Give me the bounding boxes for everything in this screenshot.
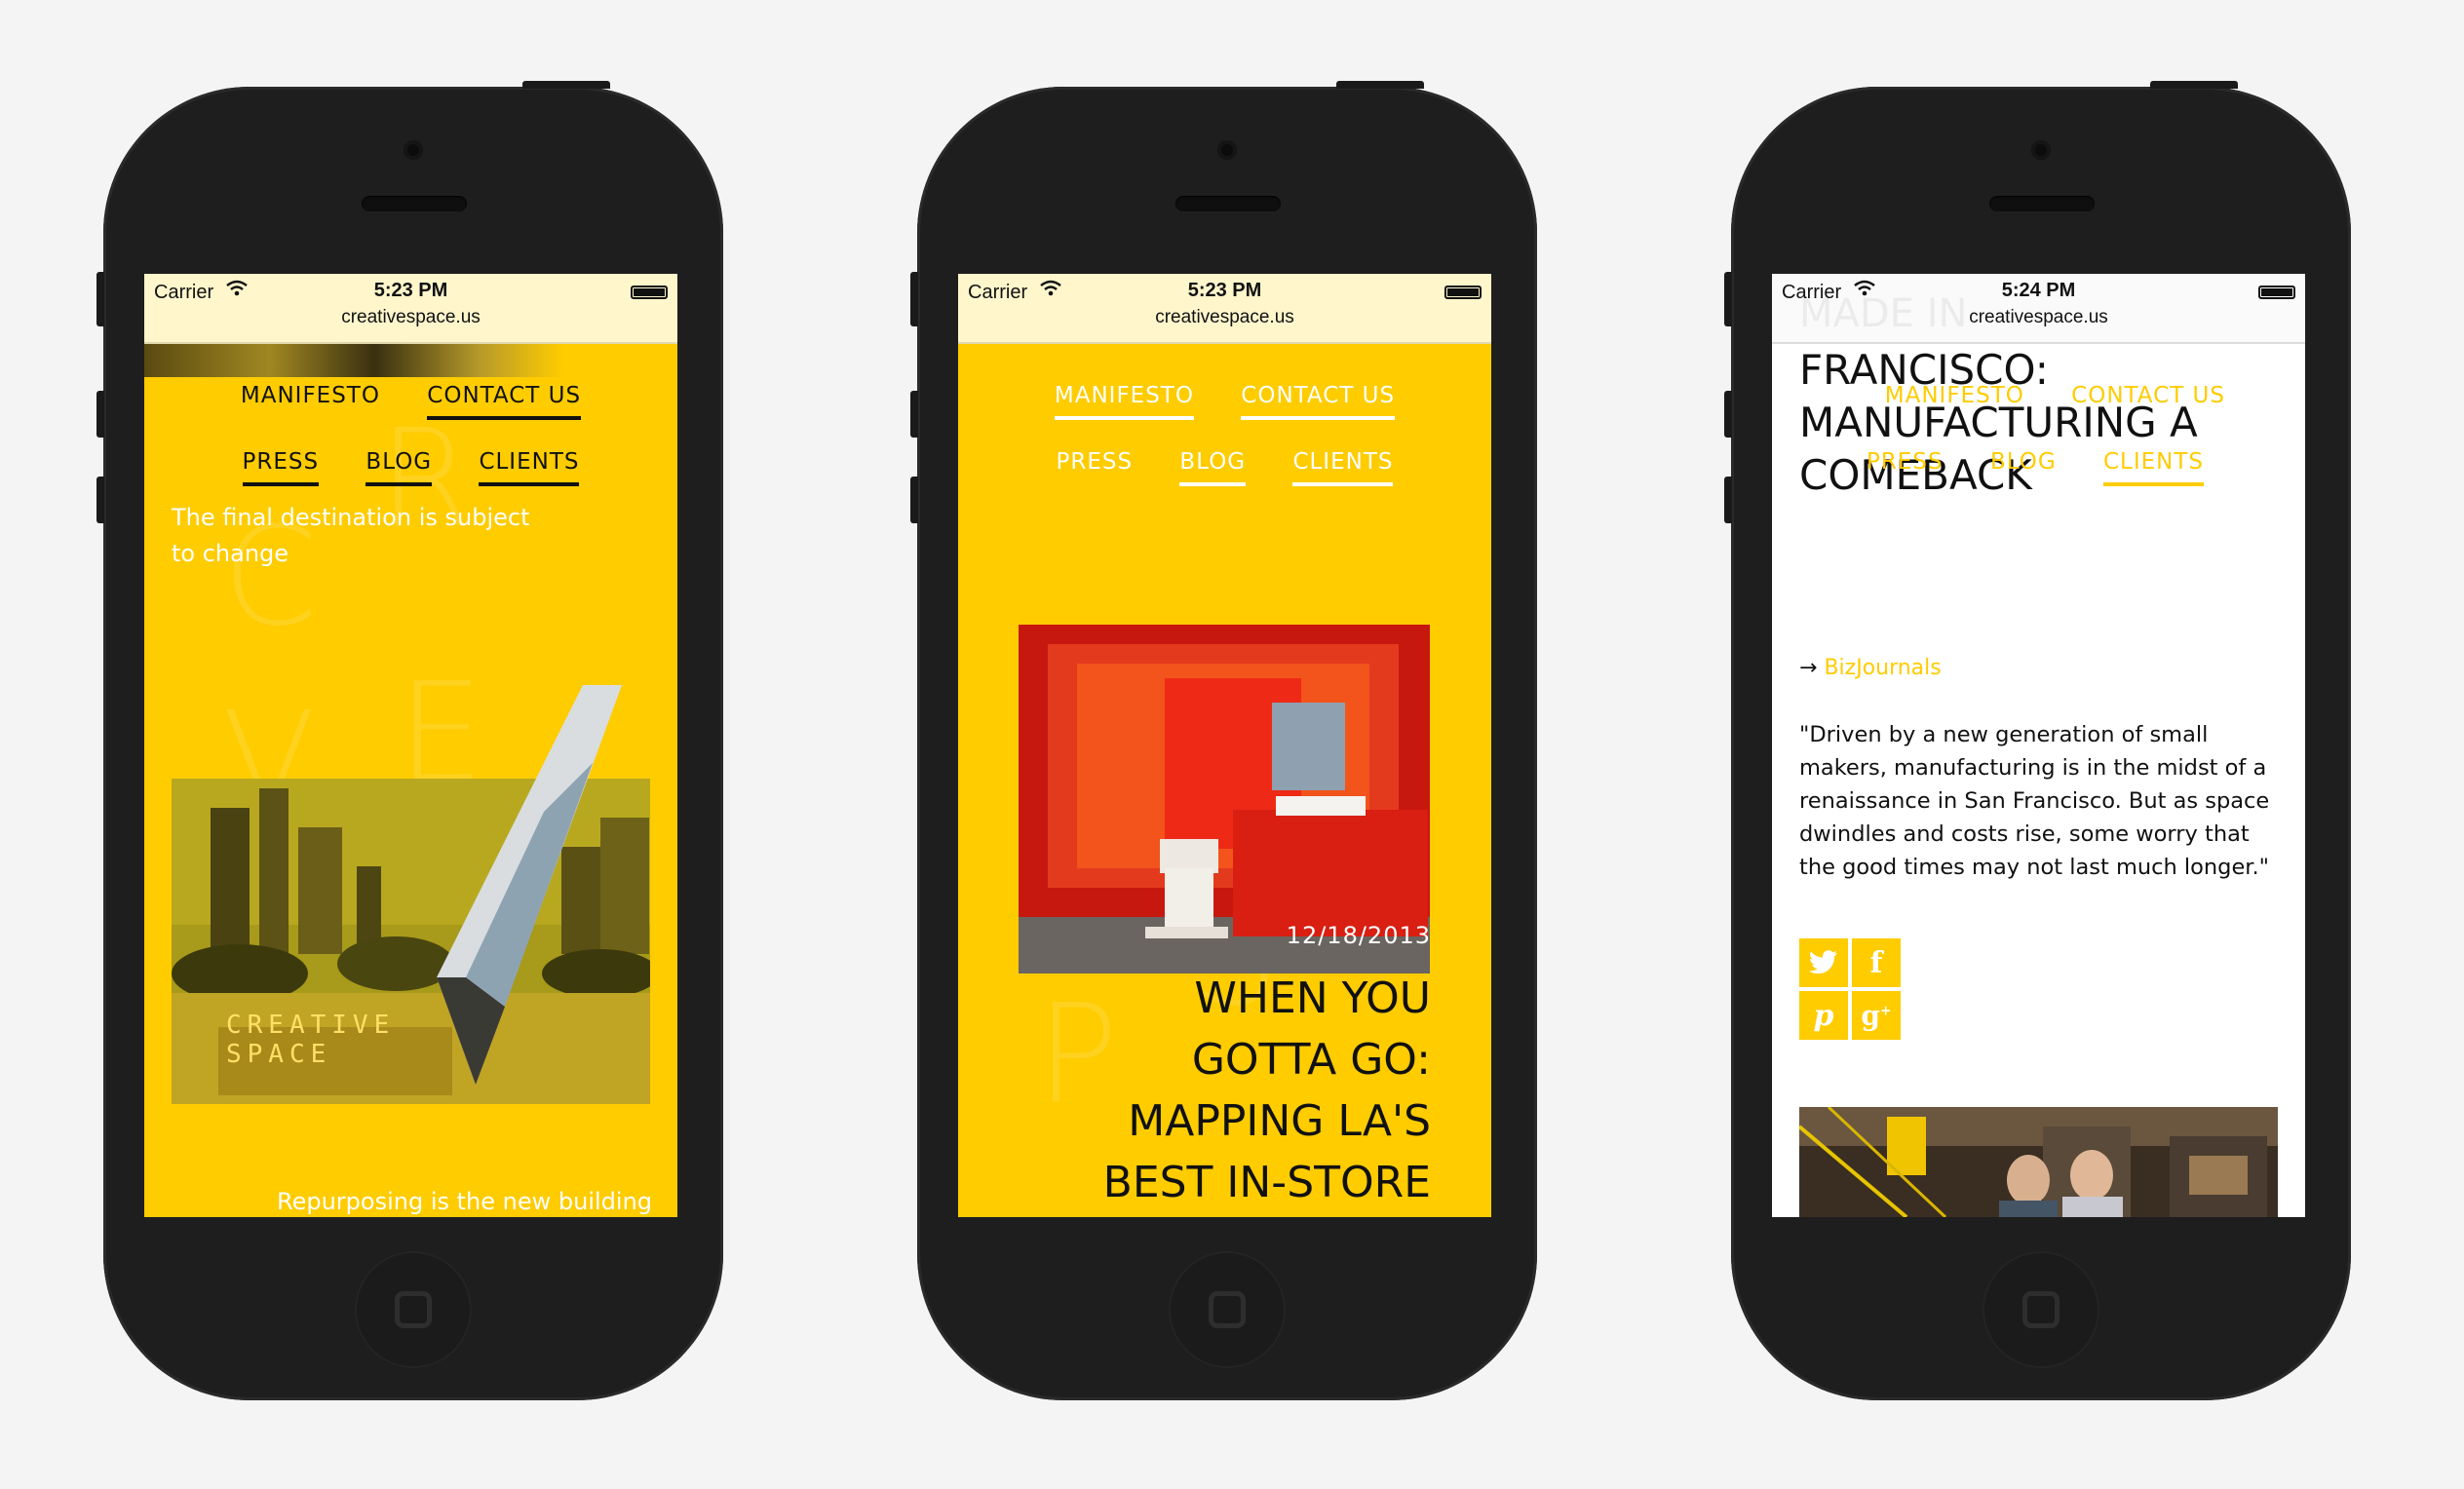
nav-row-2: PRESS BLOG CLIENTS (144, 449, 677, 486)
artwork-logo-text: CREATIVE SPACE (226, 1011, 395, 1069)
nav-overlay-row-1: MANIFESTO CONTACT US (1866, 383, 2305, 420)
quote-line-3: renaissance in San Francisco. But as spa… (1799, 788, 2270, 814)
nav-press[interactable]: PRESS (1057, 449, 1134, 486)
quote-line-4: dwindles and costs rise, some worry that (1799, 821, 2250, 847)
ghost-page-title: MADE IN (1799, 291, 1968, 336)
power-button (2150, 81, 2238, 89)
battery-icon (2258, 286, 2295, 299)
address-bar-url[interactable]: creativespace.us (958, 307, 1491, 328)
footer-caption: Repurposing is the new building (277, 1188, 653, 1215)
home-button[interactable] (1983, 1251, 2099, 1368)
article-headline[interactable]: WHEN YOU GOTTA GO: MAPPING LA'S BEST IN-… (1103, 968, 1431, 1213)
mute-switch (910, 272, 918, 326)
home-button[interactable] (355, 1251, 472, 1368)
home-square-icon (1209, 1291, 1246, 1328)
status-bar: Carrier 5:23 PM creativespace.us (958, 274, 1491, 344)
status-time: 5:23 PM (373, 280, 448, 301)
artwork-logo-line-1: CREATIVE (226, 1011, 396, 1040)
mute-switch (1724, 272, 1732, 326)
nav-overlay-row-2: PRESS BLOG CLIENTS (1847, 449, 2305, 486)
tagline: The final destination is subject to chan… (172, 500, 530, 572)
front-camera (1217, 140, 1237, 160)
article-date: 12/18/2013 (1286, 922, 1431, 949)
earpiece-speaker (1175, 196, 1281, 211)
volume-down-button (910, 477, 918, 523)
address-bar-url[interactable]: creativespace.us (144, 307, 677, 328)
nav-clients[interactable]: CLIENTS (2102, 449, 2204, 486)
article-photo-workshop[interactable] (1799, 1107, 2278, 1217)
nav-blog[interactable]: BLOG (366, 449, 433, 486)
pinterest-icon: p (1813, 998, 1834, 1033)
screen-2: Carrier 5:23 PM creativespace.us E S P A… (958, 274, 1491, 1217)
quote-line-5: the good times may not last much longer.… (1799, 855, 2269, 880)
nav-press[interactable]: PRESS (242, 449, 320, 486)
facebook-icon: f (1869, 945, 1883, 980)
nav-row-1: MANIFESTO CONTACT US (144, 383, 677, 420)
front-camera (2031, 140, 2051, 160)
headline-line-2: GOTTA GO: (1191, 1035, 1431, 1085)
volume-down-button (96, 477, 104, 523)
volume-up-button (96, 391, 104, 438)
tagline-line-2: to change (172, 540, 289, 567)
phone-frame-2: Carrier 5:23 PM creativespace.us E S P A… (910, 81, 1537, 1400)
tagline-line-1: The final destination is subject (172, 504, 530, 531)
nav-row-1: MANIFESTO CONTACT US (958, 383, 1491, 420)
earpiece-speaker (362, 196, 467, 211)
volume-up-button (910, 391, 918, 438)
phone-frame-1: Carrier 5:23 PM creativespace.us C R E V… (96, 81, 723, 1400)
home-square-icon (2022, 1291, 2060, 1328)
status-bar: Carrier 5:24 PM creativespace.us MADE IN (1772, 274, 2305, 344)
twitter-share-button[interactable] (1799, 938, 1848, 987)
screen-3: Carrier 5:24 PM creativespace.us MADE IN… (1772, 274, 2305, 1217)
status-bar: Carrier 5:23 PM creativespace.us (144, 274, 677, 344)
phone-frame-3: Carrier 5:24 PM creativespace.us MADE IN… (1724, 81, 2351, 1400)
headline-line-3: MAPPING LA'S (1128, 1096, 1431, 1146)
headline-line-1: WHEN YOU (1194, 974, 1431, 1023)
twitter-icon (1809, 950, 1838, 974)
nav-clients[interactable]: CLIENTS (1292, 449, 1394, 486)
screen-1: Carrier 5:23 PM creativespace.us C R E V… (144, 274, 677, 1217)
power-button (522, 81, 610, 89)
nav-press[interactable]: PRESS (1867, 449, 1944, 486)
artwork-logo-line-2: SPACE (226, 1040, 332, 1069)
googleplus-share-button[interactable]: g+ (1852, 991, 1901, 1040)
earpiece-speaker (1989, 196, 2095, 211)
nav-contact[interactable]: CONTACT US (2071, 383, 2225, 420)
battery-icon (631, 286, 668, 299)
nav-clients[interactable]: CLIENTS (479, 449, 580, 486)
headline-line-4: BEST IN-STORE (1102, 1158, 1431, 1207)
arrow-right-icon: → (1799, 656, 1818, 680)
pinterest-share-button[interactable]: p (1799, 991, 1848, 1040)
nav-manifesto[interactable]: MANIFESTO (1885, 383, 2024, 420)
quote-line-2: makers, manufacturing is in the midst of… (1799, 755, 2267, 781)
quote-line-1: "Driven by a new generation of small (1799, 722, 2209, 747)
battery-icon (1444, 286, 1482, 299)
nav-manifesto[interactable]: MANIFESTO (241, 383, 380, 420)
nav-blog[interactable]: BLOG (1990, 449, 2057, 486)
volume-up-button (1724, 391, 1732, 438)
diagonal-slash-graphic (437, 685, 622, 1085)
front-camera (404, 140, 423, 160)
nav-contact[interactable]: CONTACT US (1241, 383, 1396, 420)
nav-blog[interactable]: BLOG (1179, 449, 1247, 486)
nav-manifesto[interactable]: MANIFESTO (1054, 383, 1194, 420)
power-button (1336, 81, 1424, 89)
nav-row-2: PRESS BLOG CLIENTS (958, 449, 1491, 486)
source-link[interactable]: BizJournals (1824, 656, 1941, 680)
status-time: 5:23 PM (1187, 280, 1262, 301)
googleplus-icon: g+ (1861, 999, 1892, 1032)
home-square-icon (395, 1291, 432, 1328)
article-quote: "Driven by a new generation of small mak… (1799, 718, 2269, 884)
mute-switch (96, 272, 104, 326)
facebook-share-button[interactable]: f (1852, 938, 1901, 987)
volume-down-button (1724, 477, 1732, 523)
home-button[interactable] (1169, 1251, 1286, 1368)
source-link-row: → BizJournals (1799, 656, 1942, 680)
nav-contact[interactable]: CONTACT US (427, 383, 582, 420)
hero-image-strip (144, 342, 563, 377)
